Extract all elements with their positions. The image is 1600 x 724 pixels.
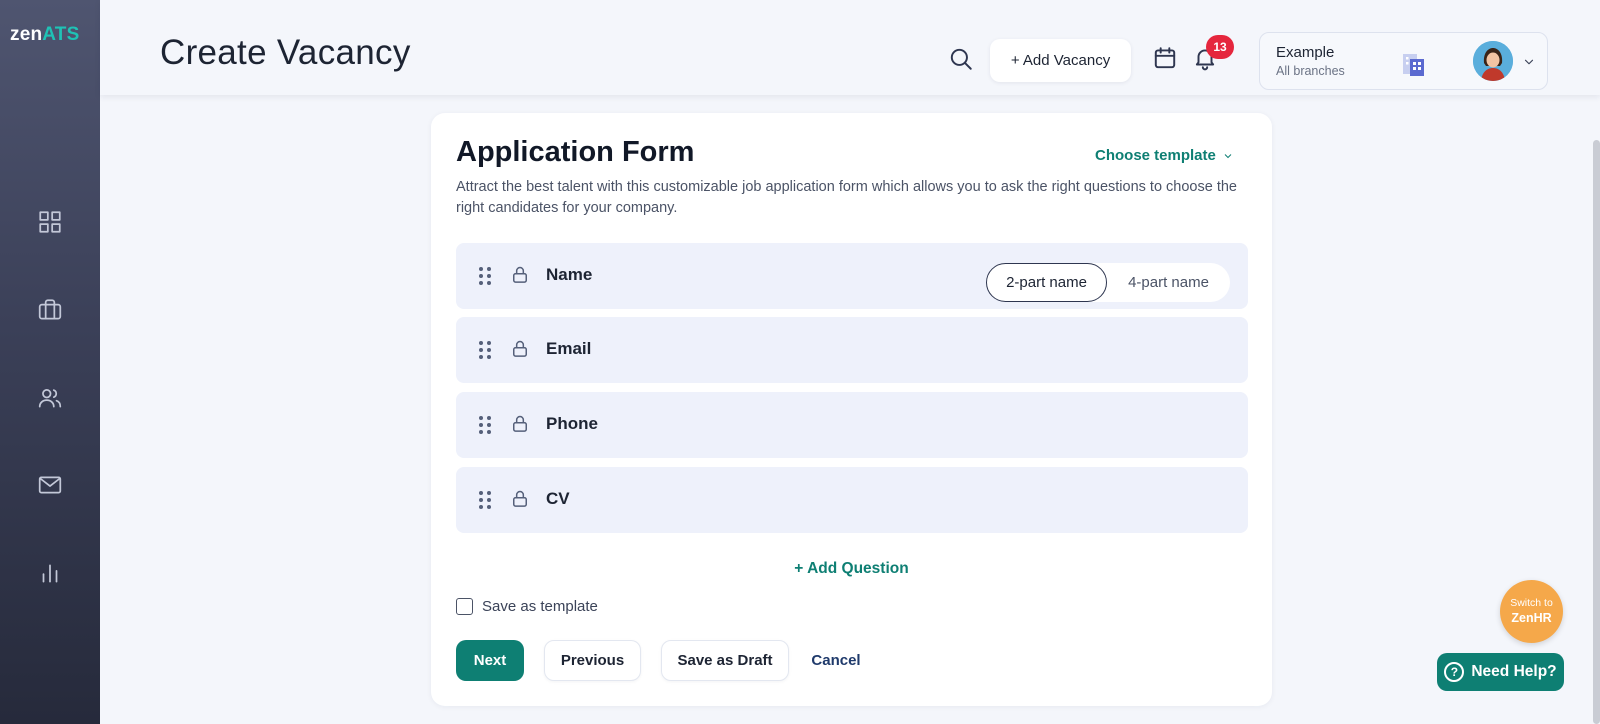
drag-handle-icon[interactable] (475, 489, 495, 511)
need-help-label: Need Help? (1471, 663, 1557, 680)
field-row-phone: Phone (456, 392, 1248, 458)
field-label: Name (546, 265, 593, 284)
company-scope: All branches (1276, 64, 1345, 78)
company-switcher[interactable]: Example All branches (1259, 32, 1548, 90)
form-description: Attract the best talent with this custom… (456, 179, 1237, 216)
field-row-cv: CV (456, 467, 1248, 533)
logo-ats: ATS (42, 24, 80, 45)
cancel-button[interactable]: Cancel (806, 640, 866, 681)
user-avatar[interactable] (1473, 41, 1513, 81)
users-icon[interactable] (36, 384, 64, 412)
field-label: Email (546, 339, 592, 358)
page-scrollbar[interactable] (1593, 140, 1600, 724)
save-as-template-option: Save as template (456, 598, 598, 615)
need-help-button[interactable]: ? Need Help? (1437, 653, 1564, 691)
lock-icon (510, 414, 530, 434)
logo-zen: zen (10, 24, 43, 45)
field-row-email: Email (456, 317, 1248, 383)
field-label: CV (546, 489, 570, 508)
save-as-template-checkbox[interactable] (456, 598, 473, 615)
drag-handle-icon[interactable] (475, 414, 495, 436)
form-title: Application Form (456, 136, 695, 168)
switch-to-zenhr-button[interactable]: Switch to ZenHR (1500, 580, 1563, 643)
chevron-down-icon (1224, 153, 1232, 158)
help-circle-icon: ? (1444, 662, 1465, 682)
choose-template-dropdown[interactable]: Choose template (1095, 147, 1234, 164)
notification-badge[interactable]: 13 (1206, 35, 1234, 59)
sidebar: zenATS (0, 0, 100, 724)
mail-icon[interactable] (36, 471, 64, 499)
lock-icon (510, 489, 530, 509)
add-vacancy-button[interactable]: + Add Vacancy (990, 39, 1131, 82)
choose-template-label: Choose template (1095, 147, 1216, 164)
briefcase-icon[interactable] (36, 296, 64, 324)
search-icon[interactable] (948, 46, 974, 72)
name-format-toggle: 2-part name 4-part name (986, 263, 1230, 302)
bar-chart-icon[interactable] (36, 559, 64, 587)
lock-icon (510, 265, 530, 285)
next-button[interactable]: Next (456, 640, 524, 681)
top-header: Create Vacancy + Add Vacancy 13 Example … (100, 0, 1600, 95)
page-title: Create Vacancy (160, 33, 411, 72)
previous-button[interactable]: Previous (544, 640, 641, 681)
drag-handle-icon[interactable] (475, 265, 495, 287)
company-name: Example (1276, 44, 1335, 61)
lock-icon (510, 339, 530, 359)
field-row-name: Name 2-part name 4-part name (456, 243, 1248, 309)
name-format-2-part[interactable]: 2-part name (986, 263, 1107, 302)
save-as-template-label[interactable]: Save as template (482, 598, 598, 615)
save-as-draft-button[interactable]: Save as Draft (661, 640, 789, 681)
chevron-down-icon[interactable] (1522, 55, 1536, 69)
application-form-card: Application Form Choose template Attract… (431, 113, 1272, 706)
switch-label-top: Switch to (1510, 597, 1553, 609)
name-format-4-part[interactable]: 4-part name (1107, 263, 1230, 302)
building-icon (1400, 48, 1430, 78)
calendar-icon[interactable] (1152, 45, 1178, 71)
add-question-button[interactable]: + Add Question (431, 560, 1272, 578)
drag-handle-icon[interactable] (475, 339, 495, 361)
field-label: Phone (546, 414, 598, 433)
switch-label-bottom: ZenHR (1511, 611, 1552, 625)
grid-icon[interactable] (36, 208, 64, 236)
app-logo[interactable]: zenATS (10, 24, 79, 46)
